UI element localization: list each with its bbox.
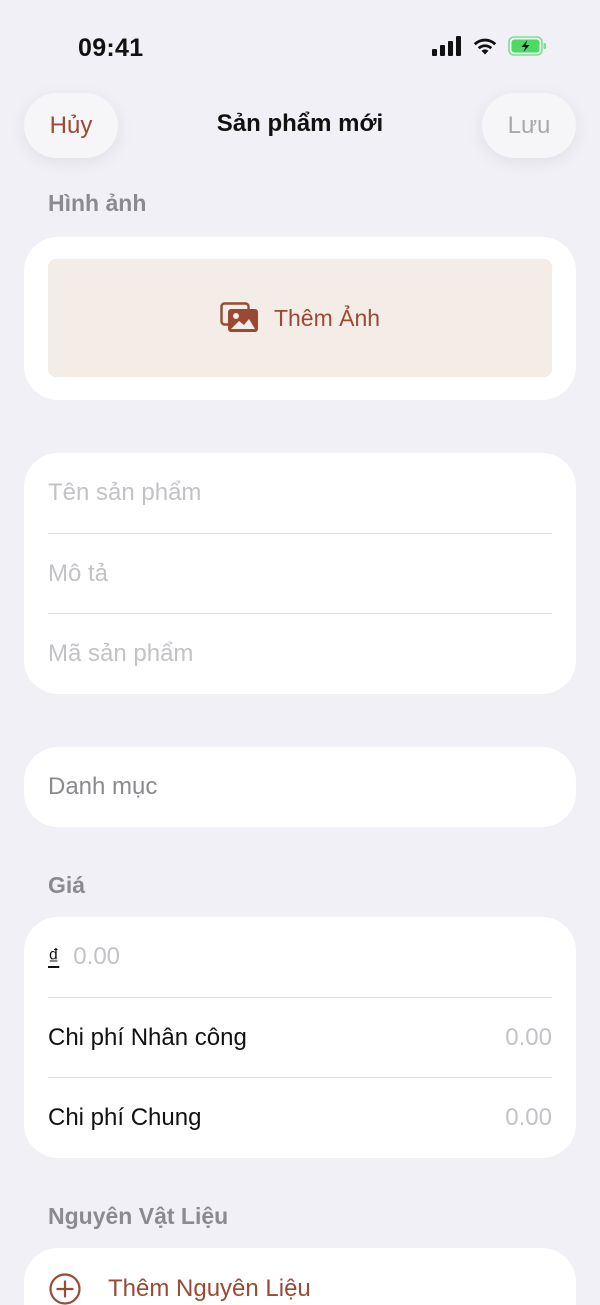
cellular-signal-icon (432, 36, 462, 56)
overhead-cost-input[interactable]: 0.00 (505, 1104, 552, 1132)
add-material-label: Thêm Nguyên Liệu (108, 1275, 311, 1302)
currency-symbol: ₫ (48, 944, 60, 969)
add-photo-button[interactable]: Thêm Ảnh (48, 259, 552, 377)
price-card: ₫ 0.00 Chi phí Nhân công 0.00 Chi phí Ch… (24, 917, 576, 1158)
materials-card: Thêm Nguyên Liệu (24, 1248, 576, 1305)
labor-cost-label: Chi phí Nhân công (48, 1024, 247, 1051)
overhead-cost-row[interactable]: Chi phí Chung 0.00 (48, 1078, 552, 1158)
status-bar: 09:41 (0, 0, 600, 96)
status-icons (432, 36, 548, 56)
add-photo-label: Thêm Ảnh (273, 304, 381, 331)
price-field[interactable]: ₫ 0.00 (48, 917, 552, 997)
category-selector[interactable]: Danh mục (24, 747, 576, 827)
price-placeholder: 0.00 (73, 943, 121, 970)
status-time: 09:41 (78, 34, 144, 62)
images-card: Thêm Ảnh (24, 237, 576, 400)
labor-cost-input[interactable]: 0.00 (505, 1024, 552, 1052)
description-placeholder: Mô tả (48, 560, 109, 587)
labor-cost-row[interactable]: Chi phí Nhân công 0.00 (48, 998, 552, 1078)
price-section-label: Giá (48, 872, 86, 898)
product-name-placeholder: Tên sản phẩm (48, 479, 202, 506)
product-code-field[interactable]: Mã sản phẩm (48, 614, 552, 694)
materials-section-label: Nguyên Vật Liệu (48, 1203, 229, 1229)
category-placeholder: Danh mục (48, 773, 158, 800)
overhead-cost-label: Chi phí Chung (48, 1104, 202, 1131)
save-button[interactable]: Lưu (482, 93, 576, 158)
category-row[interactable]: Danh mục (48, 747, 552, 827)
images-section-label: Hình ảnh (48, 190, 147, 216)
product-code-placeholder: Mã sản phẩm (48, 640, 194, 667)
photo-stack-icon (220, 302, 260, 334)
product-info-card: Tên sản phẩm Mô tả Mã sản phẩm (24, 453, 576, 694)
product-name-field[interactable]: Tên sản phẩm (48, 453, 552, 533)
add-material-button[interactable]: Thêm Nguyên Liệu (48, 1268, 311, 1305)
battery-charging-icon (508, 36, 548, 56)
wifi-icon (472, 36, 498, 56)
plus-circle-icon (48, 1272, 82, 1305)
description-field[interactable]: Mô tả (48, 534, 552, 614)
